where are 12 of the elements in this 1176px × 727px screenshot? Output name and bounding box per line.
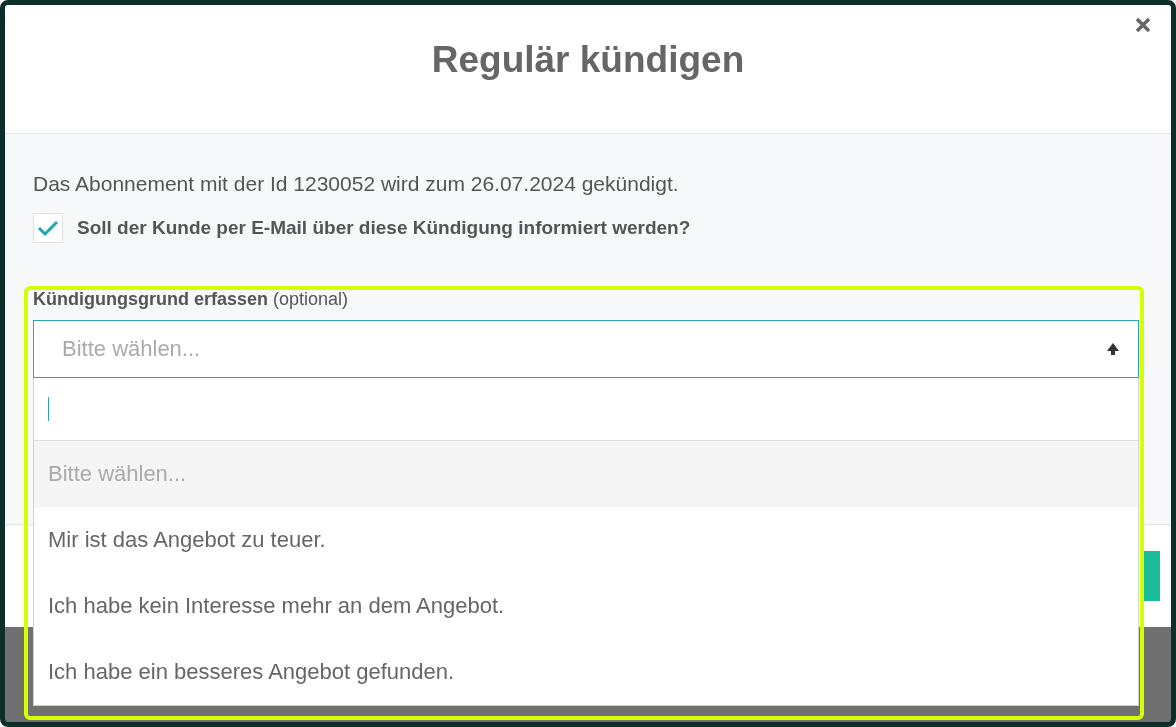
dialog-title: Regulär kündigen: [431, 39, 745, 81]
checkbox-label: Soll der Kunde per E-Mail über diese Kündigung informiert werden?: [77, 217, 691, 239]
dialog-message: Das Abonnement mit der Id 1230052 wird zum 26.07.2024 gekündigt.: [33, 172, 680, 196]
dropdown-option[interactable]: Mir ist das Angebot zu teuer.: [34, 507, 1138, 573]
field-label: Kündigungsgrund erfassen (optional): [33, 289, 350, 310]
close-icon[interactable]: [1135, 17, 1151, 33]
dropdown-option[interactable]: Ich habe kein Interesse mehr an dem Angebot.: [34, 573, 1138, 639]
dropdown-option[interactable]: Ich habe ein besseres Angebot gefunden.: [34, 639, 1138, 705]
select-placeholder: Bitte wählen...: [62, 336, 202, 362]
text-cursor: [48, 397, 49, 421]
checkmark-icon: [37, 219, 59, 237]
notify-checkbox[interactable]: [33, 213, 63, 243]
